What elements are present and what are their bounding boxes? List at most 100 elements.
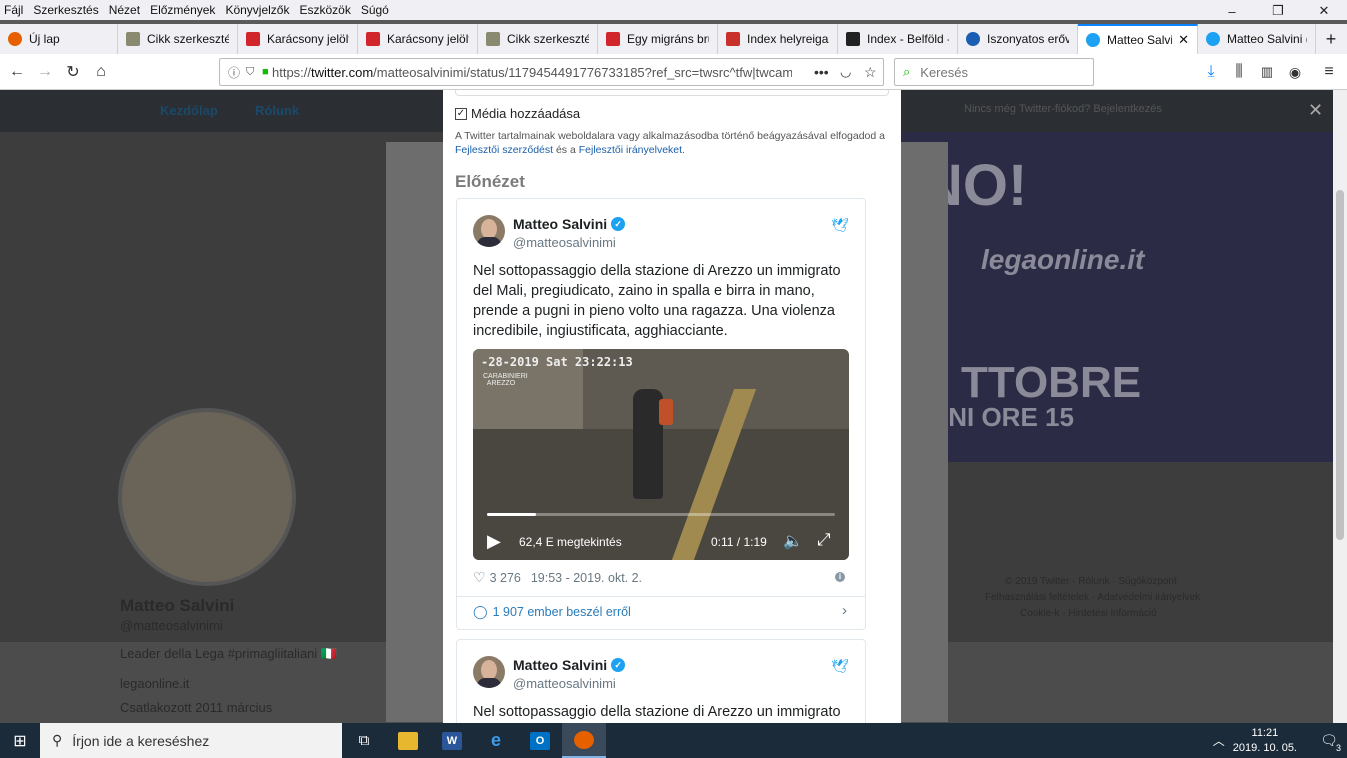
sidebar-icon[interactable]: ▥ — [1256, 61, 1278, 83]
restore-icon[interactable]: ❐ — [1255, 0, 1301, 22]
menu-help[interactable]: Súgó — [361, 3, 389, 17]
tab-active[interactable]: Matteo Salvini✕ — [1078, 24, 1198, 54]
twitter-bird-icon[interactable]: 🕊 — [831, 658, 849, 674]
divider — [457, 596, 865, 597]
minimize-icon[interactable]: – — [1209, 0, 1255, 22]
video-progress-fill — [487, 513, 536, 516]
media-checkbox[interactable]: ✓ — [455, 107, 467, 120]
menu-history[interactable]: Előzmények — [150, 3, 215, 17]
twitter-bird-icon[interactable]: 🕊 — [831, 217, 849, 233]
developer-agreement-link[interactable]: Fejlesztői szerződést — [455, 144, 553, 156]
download-icon[interactable]: ⤓ — [1200, 61, 1222, 83]
tab-item[interactable]: Cikk szerkesztése — [478, 24, 598, 54]
lock-icon: ■ — [262, 66, 269, 78]
scroll-thumb[interactable] — [1336, 190, 1344, 540]
pocket-icon[interactable]: ◡ — [840, 64, 851, 80]
menu-hamburger-icon[interactable]: ≡ — [1318, 61, 1340, 83]
developer-policy-link[interactable]: Fejlesztői irányelveket — [579, 144, 682, 156]
menu-view[interactable]: Nézet — [109, 3, 140, 17]
search-input[interactable]: ⌕ Keresés — [894, 58, 1094, 86]
clock[interactable]: 11:21 2019. 10. 05. — [1233, 726, 1297, 756]
tab-item[interactable]: Iszonyatos erővel — [958, 24, 1078, 54]
tweet-date[interactable]: 19:53 - 2019. okt. 2. — [531, 571, 642, 585]
menu-bar: Fájl Szerkesztés Nézet Előzmények Könyvj… — [0, 0, 1347, 20]
menu-edit[interactable]: Szerkesztés — [33, 3, 98, 17]
search-engine-icon: ⌕ — [903, 64, 911, 79]
shield-icon[interactable]: ⛉ — [246, 66, 254, 79]
close-tab-icon[interactable]: ✕ — [1178, 32, 1189, 48]
task-view-icon[interactable]: ⧉ — [342, 723, 386, 758]
tab-favicon — [966, 32, 980, 46]
tweet-text: Nel sottopassaggio della stazione di Are… — [473, 704, 841, 720]
tab-item[interactable]: Karácsony jelöltje — [358, 24, 478, 54]
taskbar-search-input[interactable]: ⚲ Írjon ide a kereséshez — [40, 723, 342, 758]
file-explorer-icon[interactable] — [386, 723, 430, 758]
outlook-icon[interactable]: O — [518, 723, 562, 758]
window-controls: – ❐ ✕ — [1209, 0, 1347, 22]
url-text: https://twitter.com/matteosalvinimi/stat… — [272, 64, 792, 80]
menu-file[interactable]: Fájl — [4, 3, 23, 17]
home-icon[interactable]: ⌂ — [90, 61, 112, 83]
page-actions-icon[interactable]: ••• — [814, 64, 829, 80]
video-player[interactable]: -28-2019 Sat 23:22:13 CARABINIERI AREZZO… — [473, 349, 849, 560]
address-bar[interactable]: ⓘ ⛉ ■ https://twitter.com/matteosalvinim… — [219, 58, 884, 86]
video-progress-bar[interactable] — [487, 513, 835, 516]
page-scrollbar[interactable] — [1333, 90, 1347, 723]
tab-bar: Új lap Cikk szerkesztése Karácsony jelöl… — [0, 24, 1347, 54]
profile-joined: Csatlakozott 2011 március — [120, 700, 273, 715]
word-icon[interactable]: W — [430, 723, 474, 758]
tweet-author-name[interactable]: Matteo Salvini ✓ — [513, 657, 626, 673]
embed-code-box[interactable] — [455, 90, 889, 96]
tab-favicon — [126, 32, 140, 46]
embed-modal: ✓ Média hozzáadása A Twitter tartalmaina… — [443, 90, 901, 723]
volume-icon[interactable]: 🔈 — [783, 531, 803, 551]
info-icon[interactable]: i — [835, 572, 845, 582]
tab-item[interactable]: Egy migráns brutá — [598, 24, 718, 54]
tab-item[interactable]: Index - Belföld - I — [838, 24, 958, 54]
search-icon: ⚲ — [52, 732, 63, 748]
new-tab-button[interactable]: + — [1316, 24, 1346, 54]
tweet-author-name[interactable]: Matteo Salvini ✓ — [513, 216, 626, 232]
twitter-bird-icon — [1206, 32, 1220, 46]
windows-taskbar: ⊞ ⚲ Írjon ide a kereséshez ⧉ W e O ︿ 11:… — [0, 723, 1347, 758]
forward-icon[interactable]: → — [34, 61, 56, 83]
back-icon[interactable]: ← — [6, 61, 28, 83]
library-icon[interactable]: ⫼ — [1228, 61, 1250, 83]
tab-item[interactable]: Index helyreigazít — [718, 24, 838, 54]
tab-item[interactable]: Karácsony jelöltá — [238, 24, 358, 54]
header-home-link[interactable]: Kezdőlap — [160, 103, 218, 118]
menu-tools[interactable]: Eszközök — [299, 3, 350, 17]
chevron-up-icon[interactable]: ︿ — [1213, 732, 1225, 749]
notification-icon[interactable]: 🗨 3 — [1311, 732, 1347, 753]
tweet-author-handle[interactable]: @matteosalvinimi — [513, 235, 616, 250]
close-window-icon[interactable]: ✕ — [1301, 0, 1347, 22]
replies-link[interactable]: ◯ 1 907 ember beszél erről — [473, 604, 631, 620]
bookmark-star-icon[interactable]: ☆ — [864, 64, 877, 81]
info-icon[interactable]: ⓘ — [228, 64, 240, 81]
fullscreen-icon[interactable]: ⤢ — [817, 530, 831, 550]
heart-icon[interactable]: ♡ — [473, 569, 486, 586]
avatar[interactable] — [473, 656, 505, 688]
reload-icon[interactable]: ↻ — [62, 61, 84, 83]
tab-item[interactable]: Cikk szerkesztése — [118, 24, 238, 54]
account-icon[interactable]: ◉ — [1284, 61, 1306, 83]
firefox-taskbar-icon[interactable] — [562, 723, 606, 758]
video-time: 0:11 / 1:19 — [711, 535, 767, 549]
profile-link[interactable]: legaonline.it — [120, 676, 189, 691]
media-option[interactable]: ✓ Média hozzáadása — [455, 106, 580, 121]
windows-start-icon[interactable]: ⊞ — [0, 723, 40, 758]
tab-item[interactable]: Matteo Salvini (@ — [1198, 24, 1316, 54]
avatar[interactable] — [473, 215, 505, 247]
twitter-bird-icon — [1086, 33, 1100, 47]
close-overlay-icon[interactable]: ✕ — [1308, 100, 1323, 121]
menu-bookmarks[interactable]: Könyvjelzők — [225, 3, 289, 17]
chevron-right-icon[interactable]: › — [842, 602, 847, 619]
header-signup-text[interactable]: Nincs még Twitter-fiókod? Bejelentkezés — [964, 103, 1162, 115]
header-about-link[interactable]: Rólunk — [255, 103, 299, 118]
tab-new[interactable]: Új lap — [0, 24, 118, 54]
preview-title: Előnézet — [455, 172, 525, 191]
banner-ottobre-text: TTOBRE — [961, 358, 1142, 407]
play-icon[interactable]: ▶ — [487, 531, 501, 552]
edge-icon[interactable]: e — [474, 723, 518, 758]
tweet-author-handle[interactable]: @matteosalvinimi — [513, 676, 616, 691]
